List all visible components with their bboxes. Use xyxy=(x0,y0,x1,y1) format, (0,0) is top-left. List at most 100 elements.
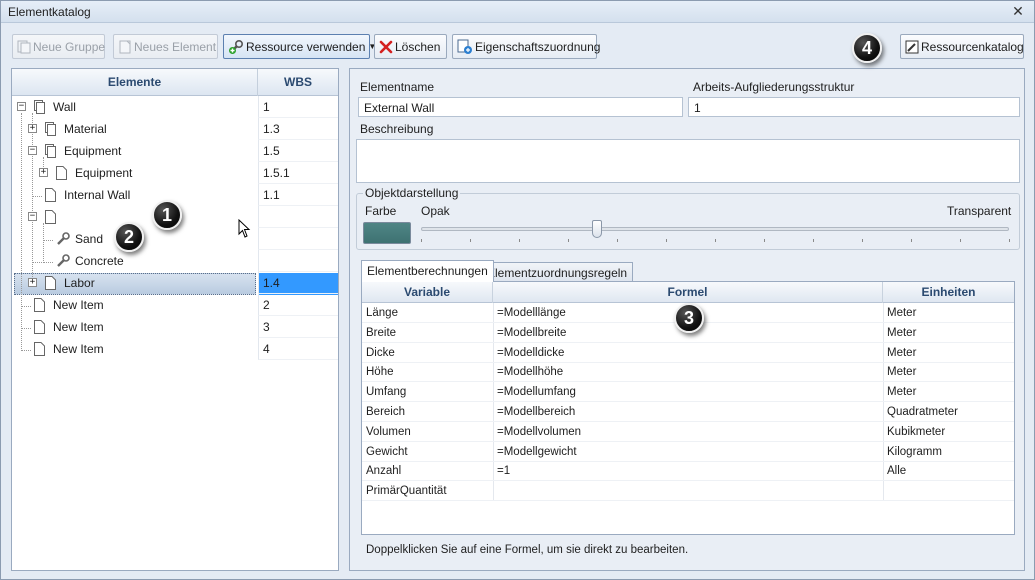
collapse-icon[interactable]: − xyxy=(28,212,37,221)
doc-icon xyxy=(56,166,67,180)
tree-row-label: New Item xyxy=(53,342,104,356)
transparency-slider-thumb[interactable] xyxy=(592,220,603,238)
column-header-wbs[interactable]: WBS xyxy=(258,69,338,96)
units-cell[interactable]: Quadratmeter xyxy=(883,402,1014,422)
color-swatch[interactable] xyxy=(363,222,411,244)
wrench-icon xyxy=(57,232,70,245)
column-header-units[interactable]: Einheiten xyxy=(883,282,1014,303)
tree-row-label: Sand xyxy=(75,232,104,246)
variable-cell[interactable]: Volumen xyxy=(362,422,493,442)
variable-cell[interactable]: Höhe xyxy=(362,362,493,382)
slider-tick xyxy=(470,239,471,242)
formula-cell[interactable]: =Modelldicke xyxy=(493,343,883,363)
expand-icon[interactable]: + xyxy=(28,124,37,133)
formula-row[interactable]: Höhe =Modellhöhe Meter xyxy=(362,362,1014,383)
tree-row-new-item[interactable]: New Item 2 xyxy=(12,294,338,316)
formula-row[interactable]: Gewicht =Modellgewicht Kilogramm xyxy=(362,442,1014,462)
tree-row-wbs: 1.3 xyxy=(258,118,338,140)
units-cell[interactable]: Meter xyxy=(883,323,1014,343)
collapse-icon[interactable]: − xyxy=(17,102,26,111)
column-header-formula[interactable]: Formel xyxy=(493,282,883,303)
doc-icon xyxy=(34,342,45,356)
tree-row-wall[interactable]: − Wall 1 xyxy=(12,96,338,118)
expand-icon[interactable]: + xyxy=(28,278,37,287)
delete-button[interactable]: Löschen xyxy=(374,34,447,59)
variable-cell[interactable]: PrimärQuantität xyxy=(362,481,493,501)
tree-row-new-item[interactable]: New Item 3 xyxy=(12,316,338,338)
formula-cell[interactable]: =1 xyxy=(493,461,883,481)
tree-row-equipment-child[interactable]: + Equipment 1.5.1 xyxy=(12,162,338,184)
formula-cell[interactable]: =Modellgewicht xyxy=(493,442,883,462)
column-header-variable[interactable]: Variable xyxy=(362,282,493,303)
units-cell[interactable]: Kilogramm xyxy=(883,442,1014,462)
tree-row-sand[interactable]: Sand xyxy=(12,228,338,250)
variable-cell[interactable]: Gewicht xyxy=(362,442,493,462)
variable-cell[interactable]: Bereich xyxy=(362,402,493,422)
doc-icon xyxy=(45,210,56,224)
tree-row-concrete[interactable]: Concrete xyxy=(12,250,338,272)
tab-element-calculations[interactable]: Elementberechnungen xyxy=(361,260,494,282)
color-label: Farbe xyxy=(365,204,397,218)
slider-tick xyxy=(568,239,569,242)
doc-icon xyxy=(34,298,45,312)
new-element-label: Neues Element xyxy=(134,39,217,54)
wbs-field[interactable]: 1 xyxy=(688,97,1020,117)
doc-icon xyxy=(45,276,56,290)
units-cell[interactable]: Alle xyxy=(883,461,1014,481)
units-cell[interactable]: Meter xyxy=(883,382,1014,402)
transparency-slider[interactable] xyxy=(421,227,1009,231)
resource-catalog-button[interactable]: Ressourcenkatalog xyxy=(900,34,1024,59)
doc-icon xyxy=(45,188,56,202)
variable-cell[interactable]: Breite xyxy=(362,323,493,343)
element-name-label: Elementname xyxy=(360,80,435,94)
property-mapping-button[interactable]: Eigenschaftszuordnung xyxy=(452,34,600,59)
formula-row[interactable]: Volumen =Modellvolumen Kubikmeter xyxy=(362,422,1014,442)
column-header-elements[interactable]: Elemente xyxy=(12,69,258,96)
tree-row-wbs: 1 xyxy=(258,96,338,118)
units-cell[interactable]: Meter xyxy=(883,343,1014,363)
tree-row-wbs: 1.1 xyxy=(258,184,338,206)
tree-row-equipment[interactable]: − Equipment 1.5 xyxy=(12,140,338,162)
tree-row-wbs: 1.4 xyxy=(258,272,338,294)
tree-row-label: New Item xyxy=(53,320,104,334)
formula-cell[interactable]: =Modellbereich xyxy=(493,402,883,422)
new-element-button[interactable]: Neues Element xyxy=(113,34,218,59)
tree-row-label: Wall xyxy=(53,100,76,114)
use-resource-button[interactable]: Ressource verwenden ▼ xyxy=(223,34,376,59)
formula-cell[interactable]: =Modellumfang xyxy=(493,382,883,402)
collapse-icon[interactable]: − xyxy=(28,146,37,155)
tree-row-new-item[interactable]: New Item 4 xyxy=(12,338,338,360)
formula-row[interactable]: PrimärQuantität xyxy=(362,481,1014,502)
formula-row[interactable]: Anzahl =1 Alle xyxy=(362,461,1014,482)
formula-cell[interactable]: =Modellvolumen xyxy=(493,422,883,442)
variable-cell[interactable]: Dicke xyxy=(362,343,493,363)
expand-icon[interactable]: + xyxy=(39,168,48,177)
tree-row-label: Equipment xyxy=(64,144,122,158)
tree-row-labor[interactable]: + Labor 1.4 xyxy=(12,272,338,294)
units-cell[interactable]: Meter xyxy=(883,303,1014,323)
tree-row-wbs: 2 xyxy=(258,294,338,316)
variable-cell[interactable]: Länge xyxy=(362,303,493,323)
callout-badge-1: 1 xyxy=(152,200,182,230)
tree-row-material[interactable]: + Material 1.3 xyxy=(12,118,338,140)
units-cell[interactable]: Kubikmeter xyxy=(883,422,1014,442)
units-cell[interactable]: Meter xyxy=(883,362,1014,382)
formula-cell[interactable] xyxy=(493,481,883,501)
units-cell[interactable] xyxy=(883,481,1014,501)
formula-row[interactable]: Umfang =Modellumfang Meter xyxy=(362,382,1014,403)
formula-row[interactable]: Dicke =Modelldicke Meter xyxy=(362,343,1014,363)
variable-cell[interactable]: Umfang xyxy=(362,382,493,402)
formula-row[interactable]: Bereich =Modellbereich Quadratmeter xyxy=(362,402,1014,422)
transparent-label: Transparent xyxy=(947,204,1012,218)
new-group-button[interactable]: Neue Gruppe xyxy=(12,34,105,59)
tree-row-label: Material xyxy=(64,122,107,136)
slider-tick xyxy=(1009,239,1010,242)
delete-label: Löschen xyxy=(395,39,441,54)
description-field[interactable] xyxy=(356,139,1020,183)
slider-tick xyxy=(764,239,765,242)
variable-cell[interactable]: Anzahl xyxy=(362,461,493,481)
close-icon[interactable]: ✕ xyxy=(1010,3,1026,19)
tab-element-mapping-rules[interactable]: Elementzuordnungsregeln xyxy=(481,262,634,282)
formula-cell[interactable]: =Modellhöhe xyxy=(493,362,883,382)
element-name-field[interactable]: External Wall xyxy=(358,97,683,117)
